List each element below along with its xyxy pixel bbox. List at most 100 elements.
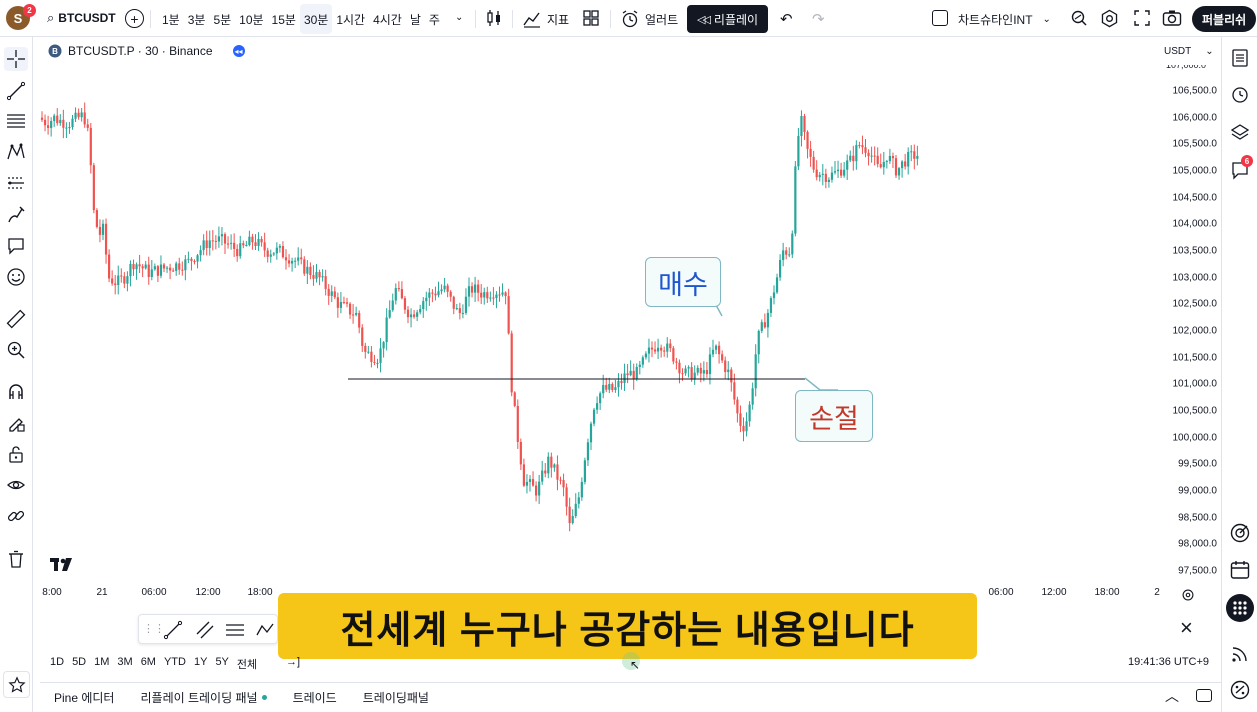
candle-body xyxy=(474,284,477,293)
date-range-button[interactable]: 6M xyxy=(141,656,156,672)
go-to-date-icon[interactable]: →] xyxy=(286,656,300,668)
candle-body xyxy=(214,240,217,242)
candle-body xyxy=(202,240,205,251)
layers-icon[interactable] xyxy=(1227,119,1253,145)
candle-body xyxy=(394,288,397,301)
candle-body xyxy=(596,403,599,410)
bottom-tab[interactable]: 트레이딩패널 xyxy=(363,689,429,706)
candle-body xyxy=(617,381,620,388)
candle-body xyxy=(751,388,754,405)
candle-body xyxy=(172,270,175,272)
candle-body xyxy=(190,258,193,261)
candle-body xyxy=(425,297,428,302)
date-range-button[interactable]: 1M xyxy=(94,656,109,672)
candle-body xyxy=(733,382,736,400)
help-icon[interactable] xyxy=(1227,677,1253,703)
candle-body xyxy=(727,369,730,373)
candle-body xyxy=(138,264,141,267)
candle-body xyxy=(653,349,657,352)
chart-settings-gear-icon[interactable] xyxy=(1181,588,1195,607)
candle-body xyxy=(849,155,852,161)
watchlist-icon[interactable] xyxy=(1227,45,1253,71)
bottom-tab[interactable]: 트레이드 xyxy=(293,689,337,706)
candle-body xyxy=(559,479,562,481)
candle-body xyxy=(141,266,144,269)
buy-callout[interactable]: 매수 xyxy=(645,257,721,307)
candle-body xyxy=(528,479,532,482)
candle-body xyxy=(721,354,724,361)
candle-body xyxy=(306,266,309,274)
time-tick-label: 06:00 xyxy=(988,587,1014,598)
chevron-up-icon[interactable]: ︿ xyxy=(1165,686,1179,706)
candle-body xyxy=(71,118,74,128)
candle-body xyxy=(592,409,596,424)
candle-body xyxy=(589,423,593,443)
stop-loss-callout[interactable]: 손절 xyxy=(795,390,873,442)
target-icon[interactable] xyxy=(1227,520,1253,546)
date-range-button[interactable]: 5Y xyxy=(215,656,228,672)
alerts-clock-icon[interactable] xyxy=(1227,81,1253,107)
candle-body xyxy=(489,297,492,299)
candle-body xyxy=(705,370,708,375)
date-range-button[interactable]: 1D xyxy=(50,656,64,672)
candle-body xyxy=(913,151,916,159)
candle-body xyxy=(101,223,105,235)
signal-feed-icon[interactable] xyxy=(1227,641,1253,667)
fib-retracement-icon[interactable] xyxy=(225,620,245,640)
replay-mode-icon[interactable]: ◂◂ xyxy=(232,45,245,57)
candle-body xyxy=(480,292,483,298)
candle-body xyxy=(608,384,611,390)
candle-body xyxy=(513,392,516,406)
maximize-panel-icon[interactable] xyxy=(1196,689,1212,702)
svg-text:B: B xyxy=(52,47,58,56)
drag-handle-icon[interactable]: ⋮⋮ xyxy=(143,622,165,635)
candle-body xyxy=(538,481,541,496)
date-range-button[interactable]: YTD xyxy=(164,656,186,672)
candle-body xyxy=(864,147,867,153)
date-range-button[interactable]: 1Y xyxy=(194,656,207,672)
candle-body xyxy=(586,442,590,461)
candle-body xyxy=(757,330,760,355)
pattern-icon[interactable] xyxy=(255,620,275,640)
candle-body xyxy=(690,367,693,380)
price-tick-label: 98,500.0 xyxy=(1178,512,1217,524)
bottom-tab[interactable]: Pine 에디터 xyxy=(54,689,114,706)
calendar-icon[interactable] xyxy=(1227,557,1253,583)
price-axis[interactable]: 106,500.0 106,000.0 105,500.0 105,000.0 104,… xyxy=(1163,42,1221,582)
right-sidebar: 6 xyxy=(1221,37,1257,712)
date-range-button[interactable]: 5D xyxy=(72,656,86,672)
clock-timezone[interactable]: 19:41:36 UTC+9 xyxy=(1128,656,1209,668)
time-tick-label: 12:00 xyxy=(1041,587,1067,598)
candle-body xyxy=(788,254,791,256)
bottom-tab[interactable]: 리플레이 트레이딩 패널 xyxy=(140,689,257,706)
apps-grid-icon[interactable] xyxy=(1226,594,1254,622)
candle-body xyxy=(309,266,312,276)
candle-body xyxy=(135,264,138,270)
candle-body xyxy=(687,367,690,369)
date-range-button[interactable]: 3M xyxy=(117,656,132,672)
price-tick-label: 99,500.0 xyxy=(1178,458,1217,470)
candle-body xyxy=(321,276,324,278)
candle-body xyxy=(791,233,794,255)
candle-body xyxy=(876,155,879,165)
price-tick-label: 99,000.0 xyxy=(1178,485,1217,497)
trend-line-icon[interactable] xyxy=(163,620,183,640)
candle-body xyxy=(47,125,50,128)
candle-body xyxy=(803,116,806,132)
candle-body xyxy=(345,302,349,304)
candle-body xyxy=(641,357,644,365)
candle-body xyxy=(281,246,285,258)
chart-title: BTCUSDT.P · 30 · Binance xyxy=(68,44,213,58)
candle-body xyxy=(840,169,843,176)
close-icon[interactable]: × xyxy=(1180,617,1193,639)
candle-body xyxy=(226,243,230,245)
status-dot xyxy=(261,695,267,700)
date-range-button[interactable]: 전체 xyxy=(237,656,257,672)
parallel-channel-icon[interactable] xyxy=(195,620,215,640)
candle-body xyxy=(126,276,129,284)
mouse-cursor-icon: ↖ xyxy=(630,658,641,672)
stop-callout-pointer xyxy=(804,377,838,391)
candle-body xyxy=(910,151,913,153)
candle-body xyxy=(80,112,83,118)
tradingview-logo-icon xyxy=(50,558,76,577)
